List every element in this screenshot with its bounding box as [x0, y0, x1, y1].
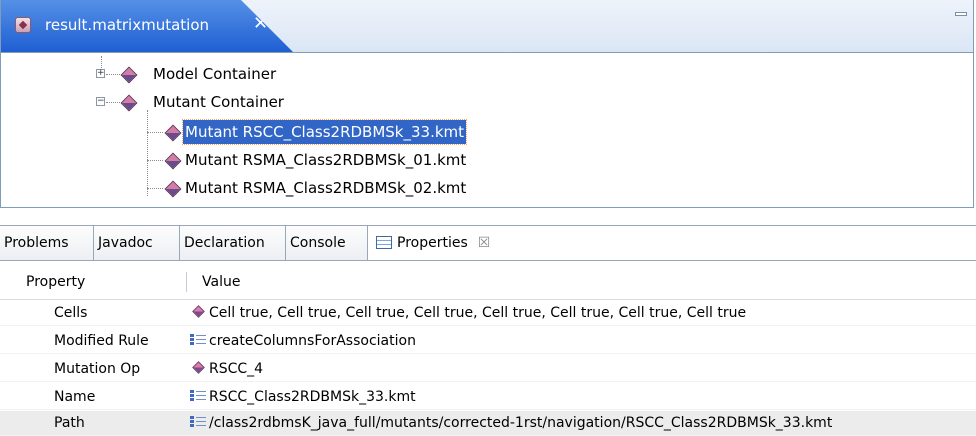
property-value-text: createColumnsForAssociation [209, 333, 416, 349]
table-row[interactable]: Cells Cell true, Cell true, Cell true, C… [0, 301, 976, 326]
column-divider[interactable] [186, 272, 187, 292]
views-tab-bar: Problems Javadoc Declaration Console Pro… [0, 225, 976, 261]
properties-icon [376, 236, 392, 249]
property-value-text: Cell true, Cell true, Cell true, Cell tr… [209, 305, 747, 321]
column-header-value[interactable]: Value [202, 265, 240, 299]
table-row[interactable]: Path /class2rdbmsK_java_full/mutants/cor… [0, 411, 976, 436]
editor-tab-title: result.matrixmutation [45, 16, 210, 34]
tree-item-mutant-rscc-33[interactable]: Mutant RSCC_Class2RDBMSk_33.kmt [1, 119, 561, 145]
tree-item-label: Mutant RSCC_Class2RDBMSk_33.kmt [181, 119, 468, 145]
tree-item-mutant-rsma-02[interactable]: Mutant RSMA_Class2RDBMSk_02.kmt [1, 176, 561, 200]
column-header-property[interactable]: Property [26, 265, 85, 299]
property-value-text: /class2rdbmsK_java_full/mutants/correcte… [209, 415, 833, 431]
diamond-icon [192, 361, 205, 374]
mutant-icon [164, 152, 182, 170]
close-icon[interactable]: ☒ [478, 235, 491, 251]
close-icon[interactable]: ✕ [253, 13, 268, 34]
property-value-text: RSCC_Class2RDBMSk_33.kmt [209, 389, 416, 405]
mutant-container-icon [120, 94, 138, 112]
tree-item-mutant-rsma-01[interactable]: Mutant RSMA_Class2RDBMSk_01.kmt [1, 148, 561, 172]
tab-console[interactable]: Console [286, 226, 368, 260]
list-icon [190, 390, 206, 401]
model-container-icon [120, 66, 138, 84]
expand-icon[interactable]: + [96, 69, 105, 78]
tab-declaration[interactable]: Declaration [180, 226, 286, 260]
model-tree: + Model Container − Mutant Container Mut… [1, 52, 973, 208]
mutant-icon [164, 180, 182, 198]
tree-item-label: Model Container [153, 65, 277, 83]
diamond-icon [192, 305, 205, 318]
tab-problems[interactable]: Problems [0, 226, 94, 260]
property-value: /class2rdbmsK_java_full/mutants/correcte… [190, 411, 832, 435]
minimize-icon[interactable] [955, 12, 967, 16]
collapse-icon[interactable]: − [96, 97, 105, 106]
mutant-icon [164, 124, 182, 142]
table-row[interactable]: Mutation Op RSCC_4 [0, 357, 976, 382]
editor-tab-bar: result.matrixmutation ✕ [1, 0, 973, 53]
tab-properties[interactable]: Properties ☒ [372, 226, 542, 260]
tree-item-label: Mutant Container [153, 93, 284, 111]
property-value: Cell true, Cell true, Cell true, Cell tr… [190, 301, 746, 325]
list-icon [190, 416, 206, 427]
tree-item-model-container[interactable]: + Model Container [1, 62, 501, 86]
property-value: RSCC_Class2RDBMSk_33.kmt [190, 385, 416, 409]
table-row[interactable]: Name RSCC_Class2RDBMSk_33.kmt [0, 385, 976, 410]
property-name: Name [54, 389, 96, 405]
editor-tab-result-matrixmutation[interactable]: result.matrixmutation ✕ [1, 0, 293, 52]
property-value-text: RSCC_4 [209, 361, 264, 377]
property-value: RSCC_4 [190, 357, 263, 381]
tree-item-label: Mutant RSMA_Class2RDBMSk_02.kmt [185, 179, 467, 197]
properties-table-header: Property Value [0, 265, 976, 300]
list-icon [190, 334, 206, 345]
property-value: createColumnsForAssociation [190, 329, 416, 353]
property-name: Modified Rule [54, 333, 149, 349]
matrixmutation-file-icon [15, 17, 31, 33]
property-name: Path [54, 415, 85, 431]
table-row[interactable]: Modified Rule createColumnsForAssociatio… [0, 329, 976, 354]
tree-item-label: Mutant RSMA_Class2RDBMSk_01.kmt [185, 151, 467, 169]
property-name: Mutation Op [54, 361, 141, 377]
tab-properties-label: Properties [397, 235, 468, 251]
property-name: Cells [54, 305, 88, 321]
tab-javadoc[interactable]: Javadoc [94, 226, 180, 260]
tree-item-mutant-container[interactable]: − Mutant Container [1, 90, 501, 114]
editor-area: result.matrixmutation ✕ + Model Containe… [0, 0, 974, 208]
